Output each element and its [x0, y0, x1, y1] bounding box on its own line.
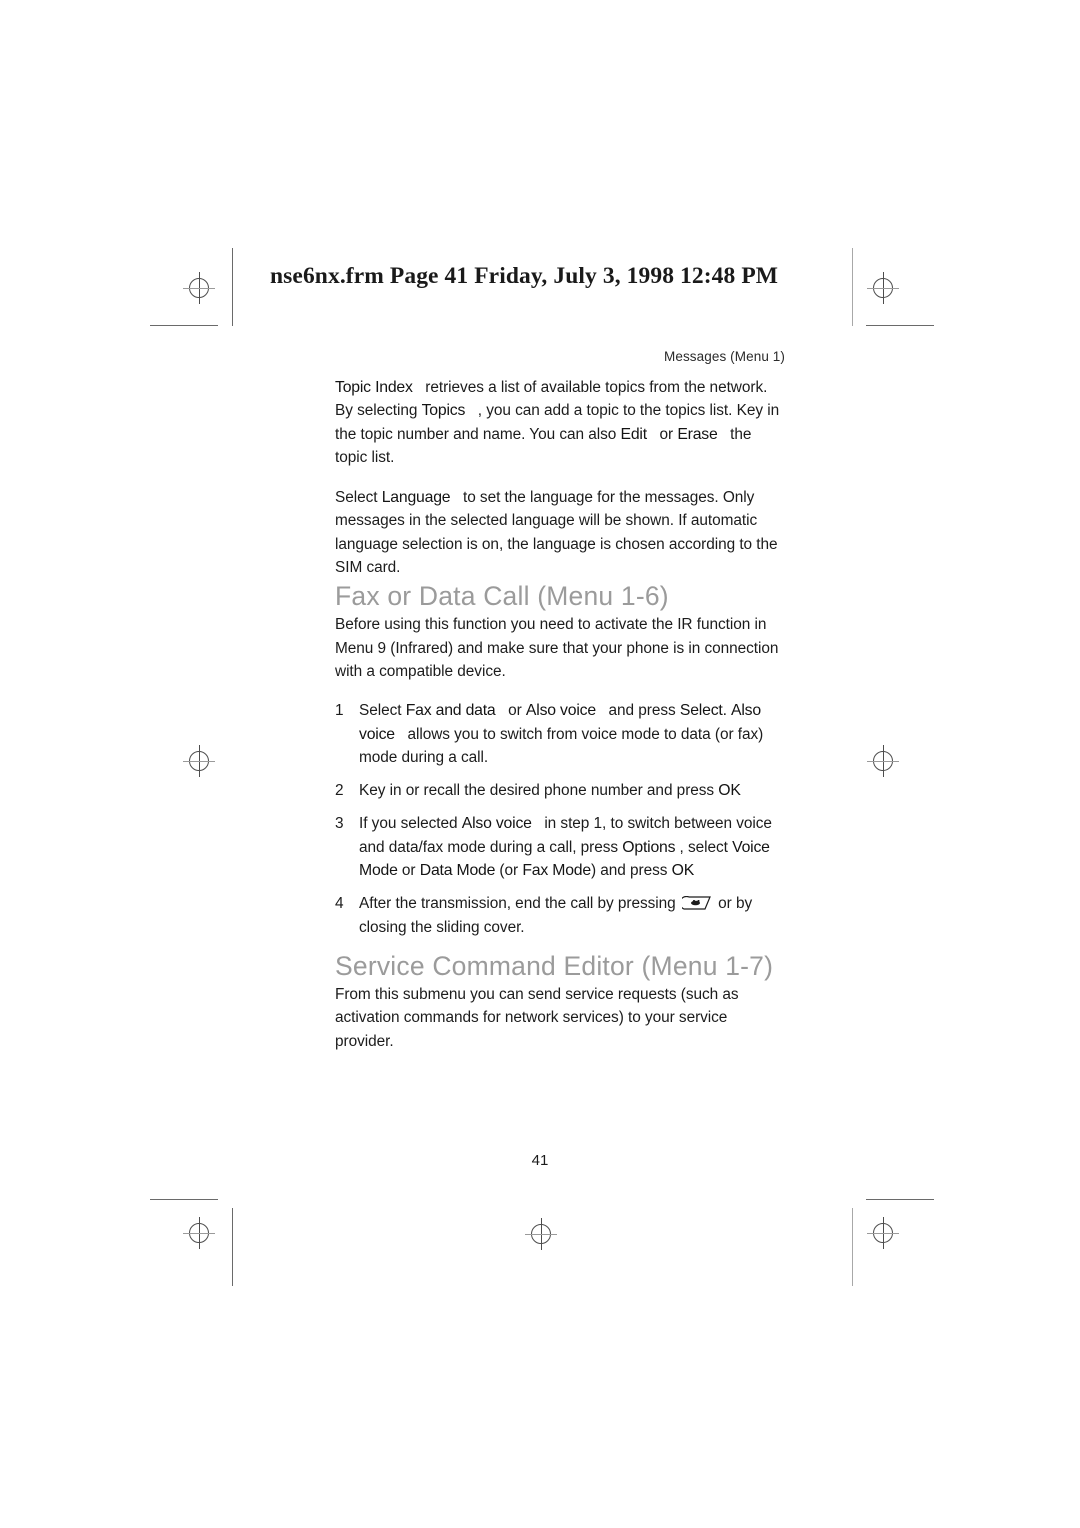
run-text: If you selected	[359, 815, 462, 833]
registration-target-icon	[183, 272, 215, 304]
ui-term-fax-and-data: Fax and data	[405, 702, 496, 720]
ui-term-options: Options	[622, 838, 676, 856]
run-text: allows you to switch from voice mode to …	[359, 725, 764, 766]
registration-hline	[183, 760, 215, 762]
trim-line	[150, 1199, 218, 1201]
registration-target-icon	[525, 1218, 557, 1250]
registration-target-icon	[867, 272, 899, 304]
ui-term-topics: Topics	[421, 402, 466, 420]
step-number: 2	[335, 782, 344, 800]
ui-term-fax-mode: Fax Mode	[522, 862, 591, 880]
trim-line	[852, 1208, 854, 1286]
registration-hline	[183, 287, 215, 289]
trim-line	[232, 1208, 234, 1286]
section-heading-fax-or-data-call: Fax or Data Call (Menu 1-6)	[335, 581, 669, 612]
trim-line	[232, 248, 234, 326]
run-text: Key in or recall the desired phone numbe…	[359, 782, 719, 800]
run-text: Select	[335, 489, 382, 507]
registration-hline	[183, 1232, 215, 1234]
paragraph-language: Select Language to set the language for t…	[335, 486, 787, 579]
trim-line	[866, 325, 934, 327]
trim-line	[852, 248, 854, 326]
fax-steps-list: 1 Select Fax and data or Also voice and pre…	[335, 699, 787, 939]
ui-term-topic-index: Topic Index	[335, 379, 413, 396]
text-column: Topic Index retrieves a list of available…	[335, 376, 787, 1053]
run-text: After the transmission, end the call by …	[359, 895, 680, 913]
ui-term-language: Language	[381, 489, 451, 507]
frm-file-header: nse6nx.frm Page 41 Friday, July 3, 1998 …	[270, 263, 779, 289]
run-text: , select	[679, 838, 733, 856]
ui-term-ok: OK	[718, 782, 741, 800]
step-number: 1	[335, 702, 344, 720]
registration-hline	[525, 1233, 557, 1235]
registration-hline	[867, 1232, 899, 1234]
ui-term-also-voice: Also voice	[461, 815, 532, 833]
paragraph-service-intro: From this submenu you can send service r…	[335, 985, 739, 1050]
registration-target-icon	[867, 1217, 899, 1249]
registration-target-icon	[183, 745, 215, 777]
list-item: 4 After the transmission, end the call by…	[335, 892, 787, 939]
ui-term-erase: Erase	[677, 425, 718, 443]
run-text: ) and press	[590, 862, 672, 880]
run-text: or	[401, 862, 420, 880]
ui-term-ok: OK	[671, 862, 695, 880]
running-header: Messages (Menu 1)	[664, 349, 785, 364]
paragraph-topic-index: Topic Index retrieves a list of available…	[335, 376, 787, 469]
ui-term-data-mode: Data Mode	[419, 862, 496, 880]
document-page: nse6nx.frm Page 41 Friday, July 3, 1998 …	[0, 0, 1080, 1528]
page-number: 41	[531, 1152, 549, 1169]
run-text: (or	[499, 862, 523, 880]
run-text: or	[659, 425, 678, 443]
ui-term-select: Select.	[679, 702, 727, 720]
registration-hline	[867, 287, 899, 289]
run-text: and press	[608, 702, 680, 720]
step-number: 3	[335, 815, 344, 833]
list-item: 2 Key in or recall the desired phone numb…	[335, 779, 787, 802]
section-heading-service-command-editor: Service Command Editor (Menu 1-7)	[335, 950, 774, 981]
run-text: Select	[359, 702, 406, 720]
registration-target-icon	[183, 1217, 215, 1249]
step-number: 4	[335, 895, 344, 913]
end-call-key-icon	[679, 894, 712, 910]
paragraph-fax-intro: Before using this function you need to a…	[335, 616, 779, 680]
list-item: 1 Select Fax and data or Also voice and pre…	[335, 699, 787, 769]
ui-term-also-voice: Also voice	[525, 702, 596, 720]
registration-target-icon	[867, 745, 899, 777]
list-item: 3 If you selected Also voice in step 1, to…	[335, 812, 787, 882]
trim-line	[150, 325, 218, 327]
registration-hline	[867, 760, 899, 762]
trim-line	[866, 1199, 934, 1201]
ui-term-edit: Edit	[620, 425, 648, 443]
run-text: or	[508, 702, 526, 720]
